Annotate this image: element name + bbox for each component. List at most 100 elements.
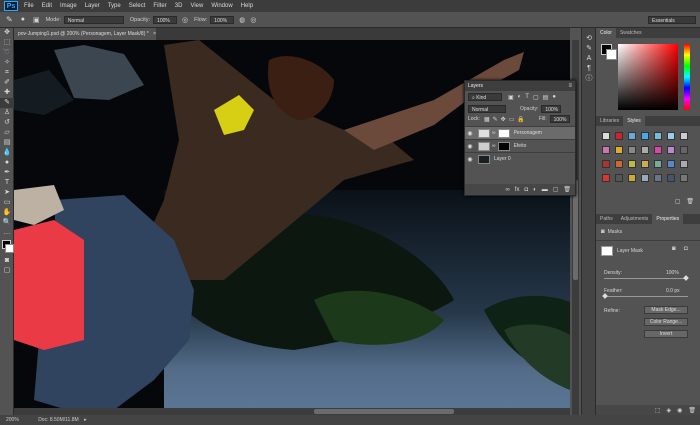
filter-pixel-icon[interactable]: ▣: [508, 94, 514, 101]
marquee-tool-icon[interactable]: ⬚: [0, 38, 14, 48]
feather-slider-handle[interactable]: [602, 293, 608, 299]
close-tab-icon[interactable]: ×: [153, 31, 156, 37]
menu-file[interactable]: File: [24, 3, 34, 9]
layers-panel-title[interactable]: Layers: [468, 83, 483, 89]
style-swatch[interactable]: [628, 160, 636, 168]
type-tool-icon[interactable]: T: [0, 178, 14, 188]
style-swatch[interactable]: [667, 160, 675, 168]
dodge-tool-icon[interactable]: ●: [0, 158, 14, 168]
menu-help[interactable]: Help: [241, 3, 253, 9]
style-swatch[interactable]: [654, 160, 662, 168]
hue-slider[interactable]: [684, 44, 690, 110]
tab-swatches[interactable]: Swatches: [616, 28, 646, 38]
color-field[interactable]: [618, 44, 678, 110]
info-panel-icon[interactable]: ⓘ: [582, 74, 596, 84]
move-tool-icon[interactable]: ✥: [0, 28, 14, 38]
style-swatch[interactable]: [602, 146, 610, 154]
layer-mask-thumbnail[interactable]: [497, 141, 510, 151]
lock-all-icon[interactable]: 🔒: [517, 116, 524, 123]
style-swatch[interactable]: [667, 146, 675, 154]
style-swatch[interactable]: [641, 160, 649, 168]
density-slider[interactable]: [604, 278, 688, 279]
menu-type[interactable]: Type: [108, 3, 121, 9]
filter-smart-object-icon[interactable]: ▤: [543, 94, 549, 101]
select-pixel-mask-icon[interactable]: ◙: [672, 246, 676, 252]
workspace-select[interactable]: Essentials: [648, 15, 696, 24]
style-swatch[interactable]: [654, 174, 662, 182]
tab-color[interactable]: Color: [596, 28, 616, 38]
layer-row-personagem[interactable]: ◉ ∞ Personagem: [465, 126, 575, 139]
menu-edit[interactable]: Edit: [42, 3, 52, 9]
lock-artboard-icon[interactable]: ▭: [509, 116, 515, 123]
brush-panel-icon[interactable]: ✎: [582, 44, 596, 54]
lock-image-icon[interactable]: ✎: [493, 116, 498, 123]
style-swatch[interactable]: [615, 160, 623, 168]
filter-shape-icon[interactable]: ▢: [533, 94, 539, 101]
tab-styles[interactable]: Styles: [623, 116, 645, 126]
feather-value[interactable]: 0.0 px: [666, 288, 680, 294]
visibility-eye-icon[interactable]: ◉: [465, 156, 475, 163]
layer-filter-select[interactable]: ⌕ Kind: [468, 93, 502, 101]
status-menu-icon[interactable]: ▸: [84, 417, 87, 423]
history-brush-tool-icon[interactable]: ↺: [0, 118, 14, 128]
airbrush-icon[interactable]: ◍: [239, 16, 245, 24]
style-swatch[interactable]: [680, 132, 688, 140]
style-swatch[interactable]: [641, 174, 649, 182]
filter-type-icon[interactable]: T: [525, 94, 529, 100]
layer-opacity-field[interactable]: 100%: [541, 104, 562, 113]
layer-row-layer-0[interactable]: ◉ Layer 0: [465, 152, 575, 165]
layer-style-icon[interactable]: fx: [515, 187, 520, 193]
menu-filter[interactable]: Filter: [153, 3, 166, 9]
mask-link-icon[interactable]: ∞: [492, 143, 496, 149]
style-swatch[interactable]: [680, 174, 688, 182]
density-slider-handle[interactable]: [683, 275, 689, 281]
horizontal-scrollbar[interactable]: [14, 408, 570, 415]
crop-tool-icon[interactable]: ⌗: [0, 68, 14, 78]
menu-window[interactable]: Window: [211, 3, 232, 9]
filter-adjustment-icon[interactable]: ◐: [518, 94, 522, 100]
zoom-level[interactable]: 200%: [6, 417, 19, 423]
healing-brush-tool-icon[interactable]: ✚: [0, 88, 14, 98]
tab-properties[interactable]: Properties: [652, 214, 684, 224]
style-swatch[interactable]: [615, 132, 623, 140]
adjustment-layer-icon[interactable]: ◐: [533, 187, 537, 193]
invert-button[interactable]: Invert: [644, 330, 688, 338]
style-swatch[interactable]: [641, 146, 649, 154]
menu-3d[interactable]: 3D: [175, 3, 183, 9]
lock-transparent-icon[interactable]: ▦: [484, 116, 490, 123]
eraser-tool-icon[interactable]: ▱: [0, 128, 14, 138]
delete-mask-icon[interactable]: 🗑: [688, 407, 696, 414]
opacity-field[interactable]: 100%: [153, 15, 178, 24]
brush-preset-icon[interactable]: ●: [21, 16, 25, 23]
mask-link-icon[interactable]: ∞: [492, 130, 496, 136]
document-size[interactable]: Doc: 8.50M/11.8M: [38, 417, 78, 423]
background-color-swatch[interactable]: [606, 49, 617, 60]
feather-slider[interactable]: [604, 296, 688, 297]
delete-layer-icon[interactable]: 🗑: [563, 186, 571, 193]
style-swatch[interactable]: [628, 132, 636, 140]
brush-tool-icon[interactable]: ✎: [0, 98, 14, 108]
tab-paths[interactable]: Paths: [596, 214, 617, 224]
mode-select[interactable]: Normal: [63, 15, 124, 24]
history-icon[interactable]: ⟲: [582, 34, 596, 44]
layer-mask-thumbnail[interactable]: [497, 128, 510, 138]
rectangle-tool-icon[interactable]: ▭: [0, 198, 14, 208]
style-swatch[interactable]: [667, 174, 675, 182]
style-swatch[interactable]: [602, 174, 610, 182]
paragraph-panel-icon[interactable]: ¶: [582, 64, 596, 74]
panel-menu-icon[interactable]: ≡: [568, 83, 572, 89]
select-vector-mask-icon[interactable]: ◘: [684, 246, 688, 252]
path-selection-tool-icon[interactable]: ➤: [0, 188, 14, 198]
menu-select[interactable]: Select: [129, 3, 146, 9]
zoom-tool-icon[interactable]: 🔍: [0, 218, 14, 228]
horizontal-scroll-thumb[interactable]: [314, 409, 454, 414]
hand-tool-icon[interactable]: ✋: [0, 208, 14, 218]
style-swatch[interactable]: [680, 146, 688, 154]
style-swatch[interactable]: [615, 174, 623, 182]
toggle-mask-visibility-icon[interactable]: ◉: [677, 407, 682, 414]
color-range-button[interactable]: Color Range...: [644, 318, 688, 326]
more-tools-icon[interactable]: …: [0, 228, 14, 238]
style-swatch[interactable]: [628, 174, 636, 182]
eyedropper-tool-icon[interactable]: ✐: [0, 78, 14, 88]
visibility-eye-icon[interactable]: ◉: [465, 143, 475, 150]
